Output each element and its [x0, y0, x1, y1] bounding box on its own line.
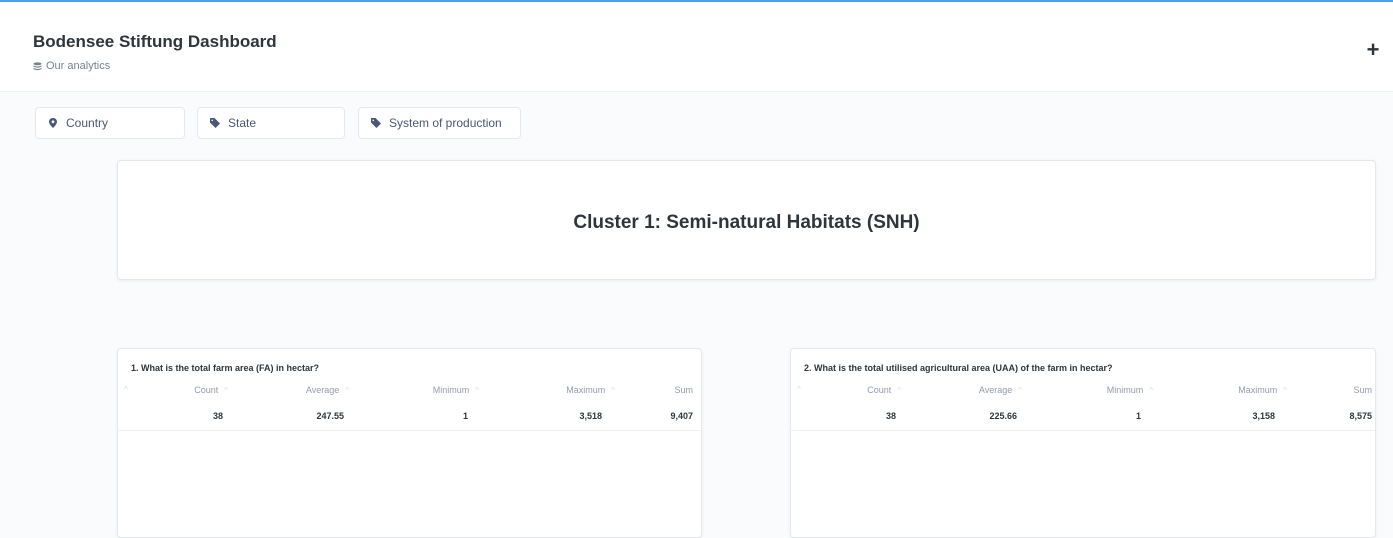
value-average: 247.55 [316, 411, 344, 421]
value-maximum: 3,518 [579, 411, 602, 421]
filter-system-of-production[interactable]: System of production [358, 107, 521, 139]
filter-system-of-production-label: System of production [389, 116, 502, 130]
question-card-title: 2. What is the total utilised agricultur… [804, 363, 1113, 373]
dashboard-header: Bodensee Stiftung Dashboard Our analytic… [0, 2, 1393, 92]
column-header-maximum[interactable]: Maximum ^ [566, 385, 615, 395]
collection-stack-icon [33, 61, 42, 70]
column-header-label: Sum [674, 385, 693, 395]
value-average: 225.66 [989, 411, 1017, 421]
column-header-label: Count [194, 385, 219, 395]
table-header-row: ^ Count ^ Average ^ Minimum ^ Maximum ^ Sum [118, 385, 701, 403]
sort-caret-icon: ^ [1283, 386, 1287, 395]
table-row: 38 225.66 1 3,158 8,575 [791, 403, 1375, 431]
column-header-average[interactable]: Average ^ [979, 385, 1022, 395]
column-header-label: Maximum [1238, 385, 1278, 395]
sort-caret-icon: ^ [797, 385, 801, 394]
column-header-label: Maximum [566, 385, 606, 395]
question-card-1[interactable]: 1. What is the total farm area (FA) in h… [117, 348, 702, 538]
tag-icon [371, 118, 381, 128]
summary-table: ^ Count ^ Average ^ Minimum ^ Maximum ^ Sum … [791, 385, 1375, 431]
sort-caret-icon: ^ [475, 386, 479, 395]
question-card-title: 1. What is the total farm area (FA) in h… [131, 363, 320, 373]
add-card-button[interactable]: + [1363, 39, 1383, 61]
filter-country-label: Country [66, 116, 109, 130]
column-header-label: Average [978, 385, 1013, 395]
sort-caret-icon: ^ [224, 386, 228, 395]
value-minimum: 1 [1135, 411, 1141, 421]
summary-table: ^ Count ^ Average ^ Minimum ^ Maximum ^ Sum … [118, 385, 701, 431]
column-header-sum[interactable]: Sum [1353, 385, 1372, 395]
value-maximum: 3,158 [1252, 411, 1275, 421]
heading-card-text: Cluster 1: Semi-natural Habitats (SNH) [573, 212, 920, 233]
column-header-label: Minimum [432, 385, 470, 395]
value-sum: 8,575 [1349, 411, 1372, 421]
tag-icon [210, 118, 220, 128]
question-card-2[interactable]: 2. What is the total utilised agricultur… [790, 348, 1376, 538]
sort-caret-icon: ^ [124, 385, 128, 394]
column-header-average[interactable]: Average ^ [306, 385, 349, 395]
table-row: 38 247.55 1 3,518 9,407 [118, 403, 701, 431]
value-sum: 9,407 [670, 411, 693, 421]
location-pin-icon [49, 118, 57, 128]
column-header-label: Sum [1353, 385, 1372, 395]
column-header-minimum[interactable]: Minimum ^ [433, 385, 479, 395]
filter-state-label: State [228, 116, 257, 130]
column-header-label: Average [305, 385, 340, 395]
column-header-count[interactable]: Count ^ [194, 385, 228, 395]
column-header-label: Count [867, 385, 892, 395]
collection-link[interactable]: Our analytics [33, 60, 110, 72]
value-minimum: 1 [462, 411, 468, 421]
column-header-count[interactable]: Count ^ [867, 385, 901, 395]
sort-caret-icon: ^ [611, 386, 615, 395]
filter-state[interactable]: State [197, 107, 345, 139]
value-count: 38 [212, 411, 223, 421]
column-header-label: Minimum [1106, 385, 1144, 395]
value-count: 38 [885, 411, 896, 421]
table-header-row: ^ Count ^ Average ^ Minimum ^ Maximum ^ Sum [791, 385, 1375, 403]
filter-country[interactable]: Country [35, 107, 185, 139]
sort-caret-icon: ^ [1018, 386, 1022, 395]
column-header-sum[interactable]: Sum [674, 385, 693, 395]
column-header-maximum[interactable]: Maximum ^ [1238, 385, 1287, 395]
sort-caret-icon: ^ [897, 386, 901, 395]
heading-card: Cluster 1: Semi-natural Habitats (SNH) [117, 160, 1376, 280]
dashboard-title: Bodensee Stiftung Dashboard [33, 32, 277, 51]
column-header-minimum[interactable]: Minimum ^ [1107, 385, 1153, 395]
sort-caret-icon: ^ [345, 386, 349, 395]
collection-label: Our analytics [46, 60, 111, 72]
sort-caret-icon: ^ [1149, 386, 1153, 395]
